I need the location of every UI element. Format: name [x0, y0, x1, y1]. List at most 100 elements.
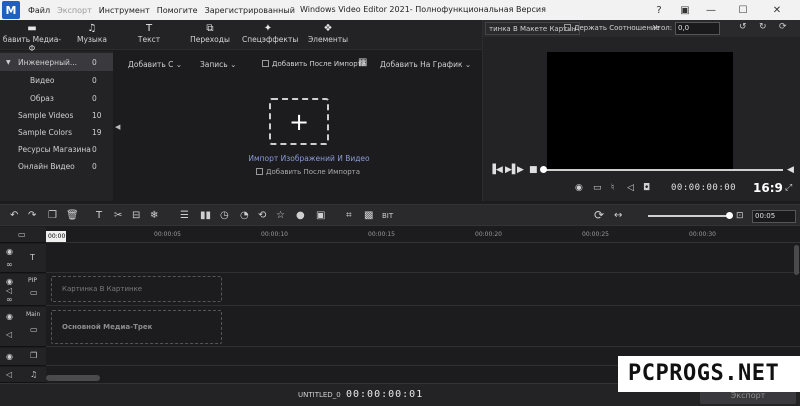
- save-icon[interactable]: ▣: [672, 0, 698, 20]
- timeline-vertical-scrollbar[interactable]: [794, 245, 799, 275]
- main-media-drop-zone[interactable]: Основной Медиа-Трек: [51, 310, 222, 344]
- tree-item-video[interactable]: Видео 0: [0, 71, 113, 89]
- refresh-icon[interactable]: ⟳: [594, 208, 604, 222]
- tree-item-project[interactable]: ▼ Инженерный... 0: [0, 53, 113, 71]
- menu-tools[interactable]: Инструмент: [99, 6, 150, 15]
- menu-file[interactable]: Файл: [28, 6, 50, 15]
- duration-icon[interactable]: ◷: [220, 210, 229, 221]
- record-dropdown[interactable]: Запись ⌄: [200, 60, 236, 69]
- speaker-icon[interactable]: ◁: [6, 370, 12, 379]
- zoom-slider[interactable]: [648, 212, 733, 219]
- person-icon[interactable]: ●: [296, 210, 305, 221]
- zoom-handle[interactable]: [726, 212, 733, 219]
- link-icon[interactable]: ∞: [6, 260, 13, 269]
- add-dropdown[interactable]: Добавить С ⌄: [128, 60, 182, 69]
- speaker-icon[interactable]: ◁: [6, 330, 12, 339]
- tree-item-store[interactable]: Ресурсы Магазина 0: [0, 140, 113, 158]
- elements-button[interactable]: ❖ Элементы: [306, 23, 350, 44]
- tree-item-online-video[interactable]: Онлайн Видео 0: [0, 157, 113, 175]
- timeline-horizontal-scrollbar[interactable]: [46, 375, 100, 381]
- rotate-left-icon[interactable]: ↺: [739, 22, 747, 32]
- cut-icon[interactable]: ✂: [114, 210, 122, 221]
- rotate-icon[interactable]: ⟳: [779, 22, 787, 32]
- tree-item-sample-colors[interactable]: Sample Colors 19: [0, 123, 113, 141]
- zoom-value-input[interactable]: 00:05: [752, 210, 796, 223]
- maximize-icon[interactable]: ☐: [730, 0, 756, 20]
- mask-icon[interactable]: ▣: [316, 210, 325, 221]
- crop-rotate-icon[interactable]: ⟲: [258, 210, 266, 221]
- speed-icon[interactable]: ◔: [240, 210, 249, 221]
- help-icon[interactable]: ?: [646, 0, 672, 20]
- keep-ratio-checkbox[interactable]: Держать Соотношение: [564, 24, 660, 32]
- split-icon[interactable]: ⊟: [132, 210, 140, 221]
- effects-button[interactable]: ✦ Спецэффекты: [242, 23, 298, 44]
- effects-icon: ✦: [263, 23, 273, 34]
- text-track[interactable]: [46, 244, 800, 273]
- angle-input[interactable]: 0,0: [675, 22, 720, 35]
- import-media-button[interactable]: +: [269, 98, 329, 145]
- adjust-icon[interactable]: ☰: [180, 210, 189, 221]
- text-button[interactable]: T Текст: [132, 23, 166, 44]
- rotate-right-icon[interactable]: ↻: [759, 22, 767, 32]
- microphone-icon[interactable]: ♮: [611, 183, 614, 193]
- ruler-tick: 00:00:10: [261, 231, 288, 238]
- aspect-ratio[interactable]: 16:9: [753, 181, 783, 195]
- volume-icon[interactable]: ◀: [787, 165, 794, 175]
- audio-track-header: ◉ ❐: [0, 348, 46, 366]
- menu-registered[interactable]: Зарегистрированный: [205, 6, 295, 15]
- star-icon[interactable]: ☆: [276, 210, 285, 221]
- collapse-panel-icon[interactable]: ◀: [115, 123, 121, 131]
- undo-icon[interactable]: ↶: [10, 210, 18, 221]
- seek-bar[interactable]: [540, 166, 783, 173]
- text-tool-icon[interactable]: T: [96, 210, 102, 221]
- palette-icon[interactable]: ◉: [575, 183, 583, 193]
- add-media-button[interactable]: ▬ бавить Медиа-Ф: [2, 23, 62, 53]
- seek-handle[interactable]: [540, 166, 547, 173]
- fit-width-icon[interactable]: ↔: [614, 210, 622, 221]
- link-icon[interactable]: ∞: [6, 295, 13, 304]
- speaker-icon[interactable]: ◁: [6, 286, 12, 295]
- snapshot-icon[interactable]: ◘: [643, 183, 650, 193]
- speaker-icon[interactable]: ◁: [627, 183, 634, 193]
- minimize-icon[interactable]: —: [698, 0, 724, 20]
- eye-icon[interactable]: ◉: [6, 352, 13, 361]
- crop-icon[interactable]: ⌗: [346, 210, 352, 221]
- copy-icon[interactable]: ❐: [48, 210, 57, 221]
- track-settings-icon[interactable]: ▭: [18, 230, 26, 239]
- menu-export[interactable]: Экспорт: [57, 6, 92, 15]
- mosaic-icon[interactable]: ▩: [364, 210, 373, 221]
- import-add-after-checkbox[interactable]: Добавить После Импорта: [256, 168, 360, 176]
- bit-icon[interactable]: BIT: [382, 212, 393, 220]
- close-icon[interactable]: ✕: [764, 0, 790, 20]
- zoom-fit-icon[interactable]: ⊡: [736, 211, 744, 221]
- tree-item-sample-videos[interactable]: Sample Videos 10: [0, 106, 113, 124]
- chevron-down-icon: ⌄: [464, 60, 472, 69]
- app-logo-icon: M: [2, 1, 20, 19]
- camera-record-icon[interactable]: ▭: [593, 183, 602, 193]
- import-label[interactable]: Импорт Изображений И Видео: [224, 154, 394, 163]
- menu-help[interactable]: Помогите: [157, 6, 198, 15]
- pip-track[interactable]: Картинка В Картинке: [46, 274, 800, 306]
- add-to-timeline-dropdown[interactable]: Добавить На График ⌄: [380, 60, 471, 69]
- fullscreen-icon[interactable]: ⤢: [785, 183, 792, 193]
- grid-view-icon[interactable]: ▦: [358, 57, 367, 68]
- time-ruler[interactable]: 00:00 00:00:05 00:00:10 00:00:15 00:00:2…: [46, 227, 800, 243]
- eye-icon[interactable]: ◉: [6, 247, 13, 256]
- pip-drop-zone[interactable]: Картинка В Картинке: [51, 276, 222, 302]
- play-icon[interactable]: ▶: [517, 165, 524, 175]
- audio-bars-icon[interactable]: ▮▮: [200, 210, 211, 221]
- add-after-import-checkbox[interactable]: Добавить После Импорта: [262, 60, 366, 68]
- stop-icon[interactable]: ■: [529, 165, 538, 175]
- eye-icon[interactable]: ◉: [6, 277, 13, 286]
- delete-icon[interactable]: 🗑: [66, 210, 79, 221]
- music-button[interactable]: ♫ Музыка: [74, 23, 110, 44]
- checkbox-icon: [564, 24, 571, 31]
- tree-item-image[interactable]: Образ 0: [0, 89, 113, 107]
- prev-frame-icon[interactable]: ▐◀: [489, 165, 503, 175]
- freeze-icon[interactable]: ❄: [150, 210, 158, 221]
- redo-icon[interactable]: ↷: [28, 210, 36, 221]
- main-track[interactable]: Основной Медиа-Трек: [46, 307, 800, 347]
- playhead[interactable]: 00:00: [46, 231, 66, 242]
- eye-icon[interactable]: ◉: [6, 312, 13, 321]
- transitions-button[interactable]: ⧉ Переходы: [188, 23, 232, 44]
